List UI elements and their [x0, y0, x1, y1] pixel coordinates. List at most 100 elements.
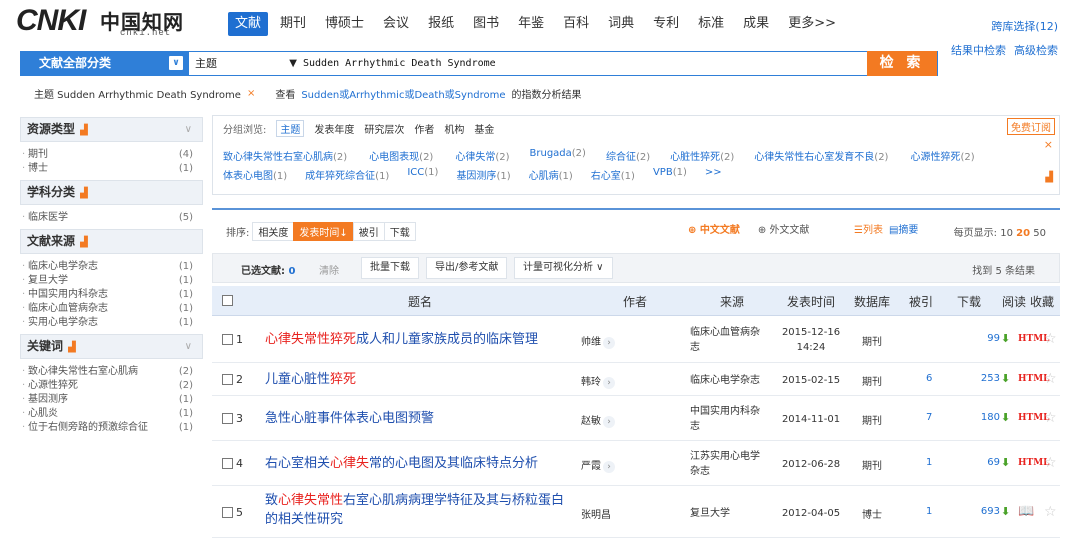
sidebar-filter-item[interactable]: 致心律失常性右室心肌病 (2) [20, 365, 203, 379]
chevron-down-icon[interactable]: ∨ [185, 335, 192, 358]
topic-tag[interactable]: 致心律失常性右室心肌病(2) [223, 148, 347, 163]
download-count[interactable]: 693 [964, 506, 1000, 517]
sort-option-1[interactable]: 发表时间↓ [293, 222, 354, 241]
col-date[interactable]: 发表时间 [787, 293, 835, 310]
visual-analysis-button[interactable]: 计量可视化分析 ∨ [514, 257, 613, 279]
nav-item-7[interactable]: 百科 [556, 12, 596, 36]
cited-count[interactable]: 6 [926, 373, 932, 384]
download-count[interactable]: 253 [964, 373, 1000, 384]
group-tab-4[interactable]: 机构 [444, 121, 464, 136]
per-page-20[interactable]: 20 [1016, 228, 1030, 239]
sidebar-section-header[interactable]: 资源类型 ▟ ∨ [20, 117, 203, 142]
topic-tag[interactable]: 综合征(2) [606, 148, 650, 163]
result-title-link[interactable]: 致心律失常性右室心肌病病理学特征及其与桥粒蛋白的相关性研究 [265, 491, 570, 529]
group-tab-1[interactable]: 发表年度 [314, 121, 354, 136]
source-link[interactable]: 中国实用内科杂志 [690, 404, 768, 434]
author-link[interactable]: 张明昌 [581, 506, 611, 521]
sidebar-filter-item[interactable]: 期刊 (4) [20, 148, 203, 162]
topic-tag[interactable]: 心律失常(2) [455, 148, 509, 163]
topic-tag[interactable]: 心律失常性右心室发育不良(2) [754, 148, 888, 163]
export-references-button[interactable]: 导出/参考文献 [426, 257, 508, 279]
select-all-checkbox[interactable] [222, 295, 233, 306]
chinese-literature-tab[interactable]: ⊕ 中文文献 [688, 221, 740, 236]
download-icon[interactable]: ⬇ [1001, 411, 1010, 424]
download-count[interactable]: 99 [964, 333, 1000, 344]
chevron-right-icon[interactable]: › [603, 461, 615, 473]
row-checkbox[interactable] [222, 374, 233, 385]
nav-item-5[interactable]: 图书 [466, 12, 506, 36]
group-tab-3[interactable]: 作者 [414, 121, 434, 136]
nav-item-10[interactable]: 标准 [691, 12, 731, 36]
sort-option-3[interactable]: 下载 [383, 222, 416, 241]
nav-item-4[interactable]: 报纸 [421, 12, 461, 36]
sidebar-filter-item[interactable]: 心肌炎 (1) [20, 407, 203, 421]
chart-icon[interactable]: ▟ [80, 188, 88, 199]
topic-tag[interactable]: VPB(1) [653, 167, 687, 182]
clear-selection-link[interactable]: 清除 [319, 262, 339, 277]
nav-item-12[interactable]: 更多>> [781, 12, 843, 36]
chevron-right-icon[interactable]: › [603, 337, 615, 349]
sidebar-section-header[interactable]: 学科分类 ▟ [20, 180, 203, 205]
read-book-icon[interactable]: 📖 [1018, 504, 1034, 519]
search-button[interactable]: 检 索 [867, 51, 937, 76]
close-icon[interactable]: × [1044, 138, 1053, 151]
topic-tag[interactable]: Brugada(2) [530, 148, 586, 163]
chart-icon[interactable]: ▟ [1045, 172, 1053, 183]
sidebar-filter-item[interactable]: 临床心电学杂志 (1) [20, 260, 203, 274]
author-link[interactable]: 帅维 › [581, 333, 615, 349]
download-count[interactable]: 180 [964, 412, 1000, 423]
list-view-button[interactable]: ☰列表 [854, 221, 883, 236]
topic-tag[interactable]: >> [705, 167, 722, 182]
topic-tag[interactable]: 体表心电图(1) [223, 167, 287, 182]
advanced-search-link[interactable]: 高级检索 [1014, 42, 1058, 58]
source-link[interactable]: 江苏实用心电学杂志 [690, 449, 768, 479]
result-title-link[interactable]: 右心室相关心律失常的心电图及其临床特点分析 [265, 454, 565, 473]
nav-item-0[interactable]: 文献 [228, 12, 269, 36]
favorite-star-icon[interactable]: ☆ [1044, 455, 1057, 471]
chart-icon[interactable]: ▟ [80, 237, 88, 248]
row-checkbox[interactable] [222, 458, 233, 469]
topic-tag[interactable]: 心脏性猝死(2) [670, 148, 734, 163]
group-tab-2[interactable]: 研究层次 [364, 121, 404, 136]
batch-download-button[interactable]: 批量下载 [361, 257, 419, 279]
topic-tag[interactable]: 右心室(1) [591, 167, 635, 182]
sidebar-section-header[interactable]: 关键词 ▟ ∨ [20, 334, 203, 359]
group-tab-0[interactable]: 主题 [276, 120, 305, 137]
sidebar-filter-item[interactable]: 博士 (1) [20, 162, 203, 176]
field-select[interactable]: 主题 ▼ [193, 52, 297, 75]
sort-option-2[interactable]: 被引 [352, 222, 385, 241]
sort-option-0[interactable]: 相关度 [252, 222, 295, 241]
sidebar-filter-item[interactable]: 临床心血管病杂志 (1) [20, 302, 203, 316]
foreign-literature-tab[interactable]: ⊕ 外文文献 [758, 221, 810, 236]
nav-item-9[interactable]: 专利 [646, 12, 686, 36]
chevron-down-icon[interactable]: ∨ [185, 118, 192, 141]
sidebar-filter-item[interactable]: 位于右侧旁路的预激综合征 (1) [20, 421, 203, 435]
nav-item-3[interactable]: 会议 [376, 12, 416, 36]
source-link[interactable]: 临床心电学杂志 [690, 373, 768, 388]
sidebar-filter-item[interactable]: 中国实用内科杂志 (1) [20, 288, 203, 302]
col-download[interactable]: 下载 [957, 293, 981, 310]
author-link[interactable]: 韩玲 › [581, 373, 615, 389]
chevron-right-icon[interactable]: › [603, 416, 615, 428]
download-icon[interactable]: ⬇ [1001, 456, 1010, 469]
topic-tag[interactable]: 成年猝死综合征(1) [305, 167, 389, 182]
result-title-link[interactable]: 急性心脏事件体表心电图预警 [265, 409, 565, 428]
cnki-logo[interactable]: CNKI 中国知网 cnki.net [12, 2, 192, 40]
favorite-star-icon[interactable]: ☆ [1044, 331, 1057, 347]
cited-count[interactable]: 1 [926, 457, 932, 468]
download-icon[interactable]: ⬇ [1001, 332, 1010, 345]
source-link[interactable]: 临床心血管病杂志 [690, 325, 768, 355]
category-select[interactable]: 文献全部分类 ∨ [21, 52, 189, 75]
chart-icon[interactable]: ▟ [80, 125, 88, 136]
free-subscribe-button[interactable]: 免费订阅 [1007, 118, 1055, 135]
index-analysis-link[interactable]: Sudden或Arrhythmic或Death或Syndrome [301, 86, 505, 101]
row-checkbox[interactable] [222, 413, 233, 424]
favorite-star-icon[interactable]: ☆ [1044, 410, 1057, 426]
result-title-link[interactable]: 儿童心脏性猝死 [265, 370, 565, 389]
sidebar-filter-item[interactable]: 复旦大学 (1) [20, 274, 203, 288]
nav-item-1[interactable]: 期刊 [273, 12, 313, 36]
per-page-10[interactable]: 10 [1000, 228, 1013, 239]
topic-tag[interactable]: ICC(1) [407, 167, 438, 182]
author-link[interactable]: 赵敏 › [581, 412, 615, 428]
topic-tag[interactable]: 心电图表现(2) [369, 148, 433, 163]
